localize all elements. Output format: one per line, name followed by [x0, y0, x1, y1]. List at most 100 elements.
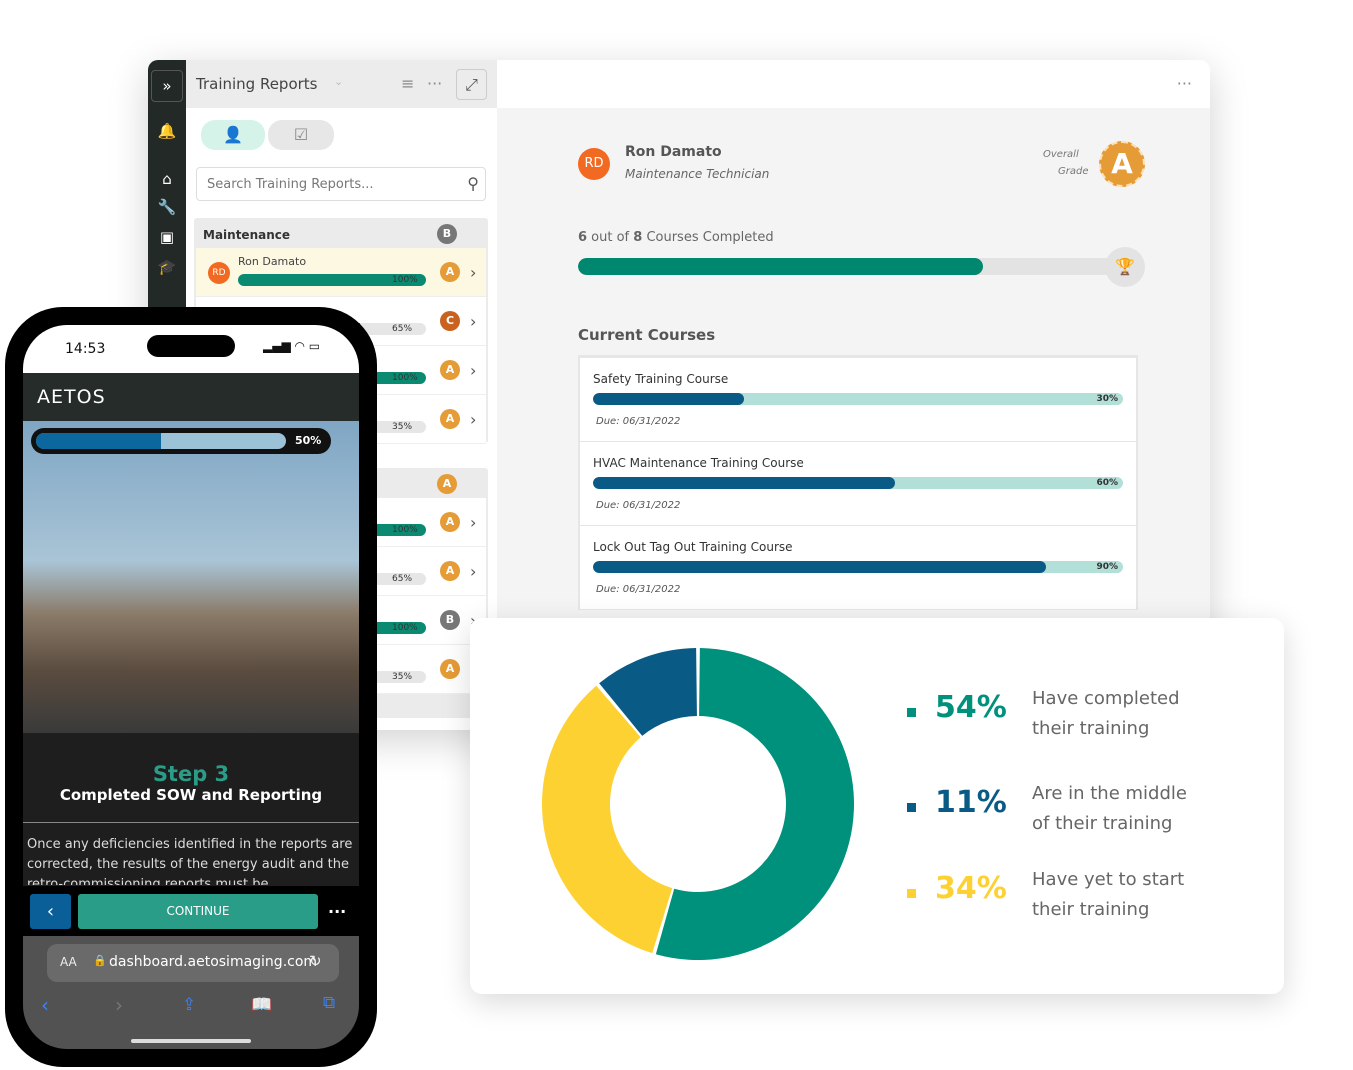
chevron-right-icon[interactable]: ›	[470, 312, 476, 331]
dynamic-island	[147, 335, 235, 357]
step-number: Step 3	[152, 762, 230, 786]
address-bar[interactable]: AA 🔒 dashboard.aetosimaging.com ↻	[47, 944, 339, 982]
expand-icon[interactable]: ⤢	[456, 69, 487, 100]
progress-percent: 35%	[392, 422, 413, 432]
search-icon[interactable]: ⚲	[467, 174, 479, 193]
courses-completed-label: 6 out of 8 Courses Completed	[578, 230, 774, 245]
expand-nav-icon[interactable]: »	[151, 70, 183, 102]
step-title: Completed SOW and Reporting	[59, 786, 323, 804]
overall-grade-badge: A	[1099, 141, 1145, 187]
course-card[interactable]: Safety Training Course 30% Due: 06/31/2022	[580, 358, 1136, 442]
course-percent: 30%	[1096, 394, 1118, 404]
course-due-date: Due: 06/31/2022	[596, 500, 681, 511]
avatar: RD	[578, 148, 610, 180]
bookmarks-icon[interactable]: 📖	[251, 995, 272, 1015]
grade-badge: A	[440, 561, 460, 581]
chevron-right-icon[interactable]: ›	[470, 263, 476, 282]
phone-mockup: 14:53 ▂▄▆ ◠ ▭ AETOS 50% Step 3 Completed…	[5, 307, 377, 1067]
group-grade-badge: B	[437, 224, 457, 244]
chevron-right-icon[interactable]: ›	[470, 513, 476, 532]
browser-back-icon[interactable]: ‹	[41, 993, 49, 1017]
home-icon[interactable]: ⌂	[148, 170, 186, 188]
briefcase-icon[interactable]: ▣	[148, 228, 186, 246]
progress-percent: 100%	[392, 275, 418, 285]
course-name: Lock Out Tag Out Training Course	[593, 540, 793, 554]
browser-forward-icon[interactable]: ›	[115, 993, 123, 1017]
lock-icon: 🔒	[93, 954, 107, 967]
course-percent: 60%	[1096, 478, 1118, 488]
legend-marker	[907, 708, 916, 717]
legend-value: 34%	[935, 871, 1007, 906]
progress-percent: 35%	[392, 672, 413, 682]
grade-badge: A	[440, 512, 460, 532]
chevron-right-icon[interactable]: ›	[470, 562, 476, 581]
profile-name: Ron Damato	[625, 144, 722, 160]
wrench-icon[interactable]: 🔧	[148, 198, 186, 216]
grade-badge: A	[440, 659, 460, 679]
panel-title[interactable]: Training Reports	[196, 75, 318, 93]
legend-value: 11%	[935, 785, 1007, 820]
more-options-icon[interactable]: ···	[1177, 74, 1192, 93]
chevron-down-icon[interactable]: ⌄	[334, 75, 343, 88]
grade-badge: A	[440, 262, 460, 282]
progress-percent: 65%	[392, 324, 413, 334]
progress-percent: 65%	[392, 574, 413, 584]
group-grade-badge: A	[437, 474, 457, 494]
current-courses-title: Current Courses	[578, 326, 716, 344]
chevron-right-icon[interactable]: ›	[470, 410, 476, 429]
chevron-right-icon[interactable]: ›	[470, 361, 476, 380]
tabs-icon[interactable]: ⧉	[323, 993, 335, 1013]
more-icon[interactable]: ···	[328, 902, 346, 921]
lesson-progress: 50%	[31, 428, 331, 454]
course-progress-bar	[593, 393, 1123, 405]
profile-role: Maintenance Technician	[625, 167, 770, 181]
filter-icon[interactable]: ≡	[401, 74, 414, 93]
legend-marker	[907, 889, 916, 898]
aetos-logo: AETOS	[37, 386, 106, 408]
list-item[interactable]: RD Ron Damato 100% A ›	[196, 248, 486, 297]
course-due-date: Due: 06/31/2022	[596, 584, 681, 595]
bell-icon[interactable]: 🔔	[148, 122, 186, 140]
legend-text: Have yet to start their training	[1032, 869, 1185, 920]
building-photo	[23, 421, 359, 733]
overall-grade-label: Overall	[1043, 149, 1079, 160]
course-percent: 90%	[1096, 562, 1118, 572]
legend-text: Have completed their training	[1032, 688, 1180, 739]
grade-badge: A	[440, 409, 460, 429]
search-input[interactable]: Search Training Reports... ⚲	[196, 167, 486, 201]
continue-button[interactable]: CONTINUE	[78, 894, 318, 929]
url-text: dashboard.aetosimaging.com	[109, 954, 318, 970]
checklist-tab[interactable]: ☑	[268, 120, 334, 150]
course-card[interactable]: Lock Out Tag Out Training Course 90% Due: …	[580, 526, 1136, 610]
trophy-icon: 🏆	[1105, 247, 1145, 287]
home-indicator	[131, 1039, 251, 1043]
course-name: HVAC Maintenance Training Course	[593, 456, 804, 470]
progress-percent: 100%	[392, 525, 418, 535]
legend-text: Are in the middle of their training	[1032, 783, 1187, 834]
text-size-button[interactable]: AA	[60, 955, 77, 969]
progress-label: 50%	[295, 434, 322, 447]
share-icon[interactable]: ⇪	[182, 995, 196, 1015]
graduation-cap-icon[interactable]: 🎓	[148, 258, 186, 276]
course-card[interactable]: HVAC Maintenance Training Course 60% Due: …	[580, 442, 1136, 526]
person-name: Ron Damato	[238, 255, 307, 268]
course-progress-bar	[593, 561, 1123, 573]
more-icon[interactable]: ···	[427, 74, 442, 93]
training-donut-chart	[542, 648, 855, 960]
people-tab[interactable]: 👤	[201, 120, 265, 150]
grade-badge: C	[440, 311, 460, 331]
training-stats-card: 54% Have completed their training 11% Are in…	[470, 618, 1284, 994]
legend-value: 54%	[935, 690, 1007, 725]
course-name: Safety Training Course	[593, 372, 729, 386]
legend-marker	[907, 803, 916, 812]
step-body: Once any deficiencies identified in the …	[27, 837, 353, 885]
completion-bar	[578, 258, 1118, 275]
status-time: 14:53	[65, 341, 106, 357]
back-button[interactable]: ‹	[30, 894, 71, 929]
signal-wifi-battery-icon: ▂▄▆ ◠ ▭	[263, 339, 321, 353]
overall-grade-label-2: Grade	[1058, 166, 1089, 177]
course-due-date: Due: 06/31/2022	[596, 416, 681, 427]
reload-icon[interactable]: ↻	[309, 952, 322, 970]
avatar: RD	[208, 262, 230, 284]
search-placeholder: Search Training Reports...	[207, 177, 374, 192]
